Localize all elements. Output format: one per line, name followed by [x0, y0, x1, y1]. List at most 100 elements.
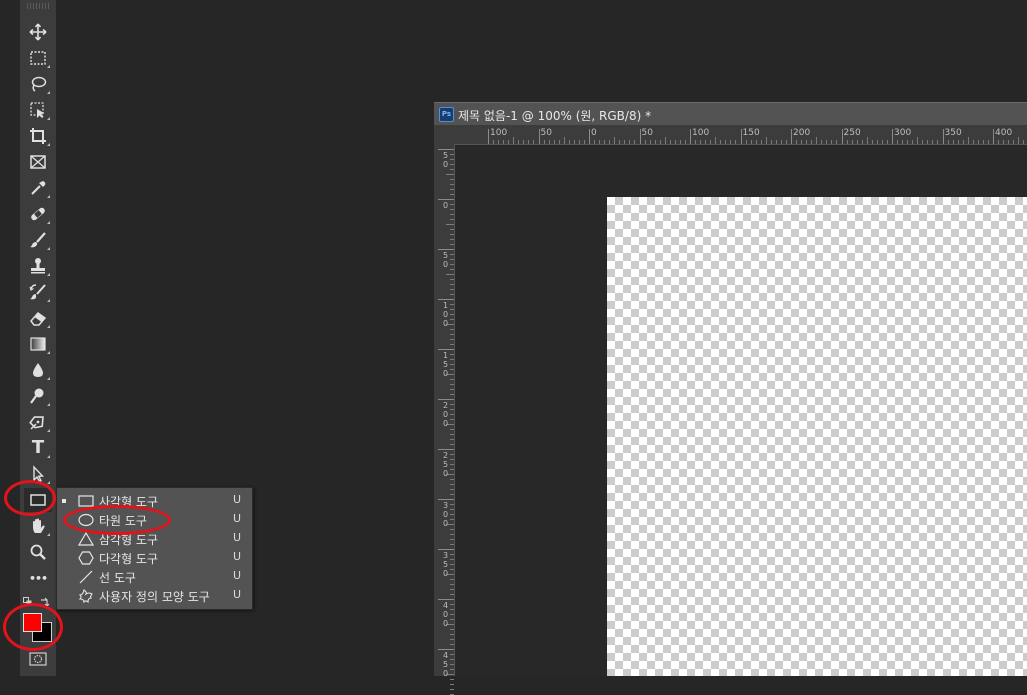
object-select-tool[interactable] — [24, 98, 52, 122]
submenu-indicator — [47, 221, 50, 224]
flyout-item-ellipse[interactable]: 타원 도구 U — [57, 510, 252, 529]
ruler-minor-tick — [450, 284, 454, 285]
ruler-minor-tick — [917, 137, 919, 144]
ruler-minor-tick — [558, 140, 560, 144]
rectangle-tool[interactable] — [24, 488, 52, 512]
ruler-tick — [942, 129, 944, 144]
ruler-minor-tick — [450, 304, 454, 305]
ruler-minor-tick — [573, 140, 575, 144]
ruler-minor-tick — [826, 140, 828, 144]
submenu-indicator — [47, 455, 50, 458]
ruler-tick — [438, 599, 454, 600]
pen-tool[interactable] — [24, 410, 52, 434]
ruler-minor-tick — [599, 140, 601, 144]
more-tools[interactable]: ••• — [24, 566, 52, 590]
ruler-minor-tick — [1023, 140, 1025, 144]
gradient-tool[interactable] — [24, 332, 52, 356]
ruler-minor-tick — [578, 140, 580, 144]
ruler-minor-tick — [450, 684, 454, 685]
ruler-minor-tick — [765, 137, 767, 144]
ruler-minor-tick — [972, 140, 974, 144]
blur-tool[interactable] — [24, 358, 52, 382]
swap-colors-icon[interactable] — [40, 597, 50, 607]
ruler-minor-tick — [1018, 137, 1020, 144]
zoom-tool[interactable] — [24, 540, 52, 564]
ruler-minor-tick — [450, 539, 454, 540]
ruler-minor-tick — [644, 140, 646, 144]
ellipse-icon — [77, 512, 95, 527]
ruler-minor-tick — [649, 140, 651, 144]
transparent-canvas[interactable] — [607, 197, 1027, 676]
ruler-minor-tick — [513, 137, 515, 144]
ruler-minor-tick — [450, 664, 454, 665]
lasso-tool[interactable] — [24, 72, 52, 96]
dodge-tool[interactable] — [24, 384, 52, 408]
ruler-label: 50 — [540, 128, 552, 138]
flyout-item-custom-shape[interactable]: 사용자 정의 모양 도구 U — [57, 586, 252, 605]
ruler-minor-tick — [881, 140, 883, 144]
canvas-pasteboard[interactable] — [455, 145, 1027, 676]
brush-icon — [30, 232, 46, 248]
healing-brush-tool[interactable] — [24, 202, 52, 226]
marquee-tool[interactable] — [24, 46, 52, 70]
clone-stamp-tool[interactable] — [24, 254, 52, 278]
panel-grip[interactable] — [27, 3, 49, 9]
move-tool[interactable] — [24, 20, 52, 44]
ruler-minor-tick — [450, 319, 454, 320]
ruler-label: 50 — [442, 151, 449, 169]
ruler-minor-tick — [450, 334, 454, 335]
ruler-minor-tick — [450, 184, 454, 185]
ruler-minor-tick — [523, 140, 525, 144]
type-tool[interactable]: T — [24, 436, 52, 460]
submenu-indicator — [47, 247, 50, 250]
frame-tool[interactable] — [24, 150, 52, 174]
eyedropper-icon — [31, 181, 46, 195]
ruler-minor-tick — [962, 140, 964, 144]
ruler-minor-tick — [450, 679, 454, 680]
history-brush-tool[interactable] — [24, 280, 52, 304]
ruler-minor-tick — [450, 519, 454, 520]
ruler-tick — [438, 449, 454, 450]
ruler-minor-tick — [450, 429, 454, 430]
path-select-tool[interactable] — [24, 462, 52, 486]
document-window: Ps 제목 없음-1 @ 100% (원, RGB/8) * 100 50 0 50 1… — [434, 102, 1027, 695]
flyout-item-shortcut: U — [233, 550, 242, 563]
ruler-minor-tick — [614, 137, 616, 144]
ruler-tick — [438, 299, 454, 300]
ruler-minor-tick — [450, 279, 454, 280]
ruler-minor-tick — [450, 219, 454, 220]
ruler-tick — [589, 129, 590, 144]
ruler-origin[interactable] — [434, 125, 454, 144]
default-colors-icon[interactable] — [23, 597, 32, 606]
ruler-minor-tick — [450, 204, 454, 205]
flyout-item-line[interactable]: 선 도구 U — [57, 567, 252, 586]
magnifier-icon — [30, 544, 46, 560]
ruler-minor-tick — [987, 140, 989, 144]
brush-tool[interactable] — [24, 228, 52, 252]
foreground-color-swatch[interactable] — [23, 613, 42, 632]
crop-tool[interactable] — [24, 124, 52, 148]
ruler-minor-tick — [679, 140, 681, 144]
ruler-minor-tick — [450, 369, 454, 370]
hand-icon — [33, 518, 45, 533]
history-brush-icon — [29, 284, 46, 300]
polygon-icon — [77, 550, 95, 565]
document-tab[interactable]: Ps 제목 없음-1 @ 100% (원, RGB/8) * — [434, 102, 1027, 126]
hand-tool[interactable] — [24, 514, 52, 538]
ruler-minor-tick — [775, 140, 777, 144]
quick-mask-icon[interactable] — [29, 652, 47, 666]
eraser-tool[interactable] — [24, 306, 52, 330]
ruler-minor-tick — [450, 164, 454, 165]
flyout-item-rectangle[interactable]: 사각형 도구 U — [57, 491, 252, 510]
horizontal-ruler[interactable]: 100 50 0 50 100 150 200 250 300 350 400 — [454, 125, 1027, 145]
flyout-item-triangle[interactable]: 삼각형 도구 U — [57, 529, 252, 548]
flyout-item-polygon[interactable]: 다각형 도구 U — [57, 548, 252, 567]
ruler-label: 250 — [442, 451, 449, 478]
vertical-ruler[interactable]: 50 0 50 100 150 200 250 300 350 400 450 — [434, 144, 455, 695]
eyedropper-tool[interactable] — [24, 176, 52, 200]
ruler-minor-tick — [450, 394, 454, 395]
ruler-minor-tick — [450, 379, 454, 380]
ruler-minor-tick — [450, 384, 454, 385]
ruler-minor-tick — [700, 140, 702, 144]
ruler-label: 400 — [995, 128, 1013, 138]
